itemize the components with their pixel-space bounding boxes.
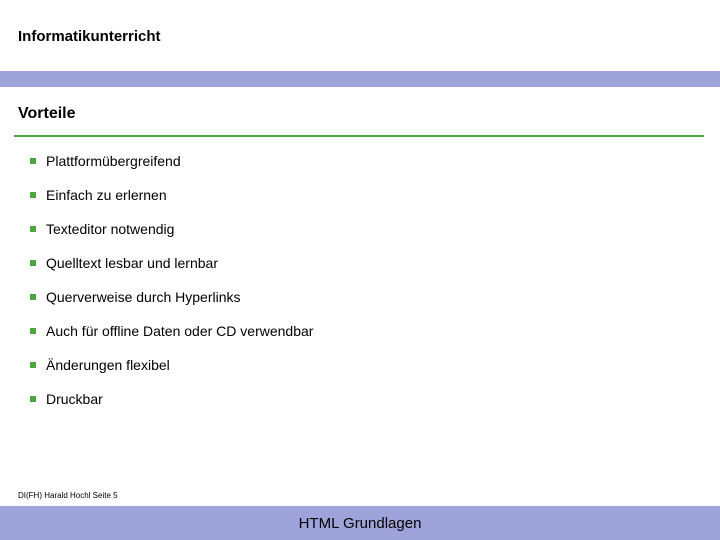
- bullet-list: Plattformübergreifend Einfach zu erlerne…: [0, 137, 720, 407]
- list-item: Plattformübergreifend: [30, 153, 702, 169]
- footer-bar-text: HTML Grundlagen: [299, 515, 422, 532]
- list-item-text: Änderungen flexibel: [46, 357, 170, 373]
- list-item-text: Querverweise durch Hyperlinks: [46, 289, 241, 305]
- bullet-icon: [30, 226, 36, 232]
- footer-bar: HTML Grundlagen: [0, 506, 720, 540]
- list-item-text: Auch für offline Daten oder CD verwendba…: [46, 323, 313, 339]
- list-item-text: Einfach zu erlernen: [46, 187, 167, 203]
- footer-credit: DI(FH) Harald Hochl Seite 5: [18, 491, 118, 500]
- bullet-icon: [30, 294, 36, 300]
- list-item: Einfach zu erlernen: [30, 187, 702, 203]
- list-item: Änderungen flexibel: [30, 357, 702, 373]
- list-item: Auch für offline Daten oder CD verwendba…: [30, 323, 702, 339]
- bullet-icon: [30, 260, 36, 266]
- bullet-icon: [30, 396, 36, 402]
- list-item-text: Druckbar: [46, 391, 103, 407]
- bullet-icon: [30, 362, 36, 368]
- section-title: Vorteile: [0, 87, 720, 135]
- list-item: Texteditor notwendig: [30, 221, 702, 237]
- list-item-text: Plattformübergreifend: [46, 153, 181, 169]
- bullet-icon: [30, 192, 36, 198]
- list-item-text: Quelltext lesbar und lernbar: [46, 255, 218, 271]
- bullet-icon: [30, 328, 36, 334]
- bullet-icon: [30, 158, 36, 164]
- list-item: Quelltext lesbar und lernbar: [30, 255, 702, 271]
- list-item: Druckbar: [30, 391, 702, 407]
- list-item-text: Texteditor notwendig: [46, 221, 174, 237]
- list-item: Querverweise durch Hyperlinks: [30, 289, 702, 305]
- slide: Informatikunterricht Vorteile Plattformü…: [0, 0, 720, 540]
- header-title: Informatikunterricht: [18, 28, 702, 45]
- header-divider: [0, 71, 720, 87]
- slide-header: Informatikunterricht: [0, 0, 720, 55]
